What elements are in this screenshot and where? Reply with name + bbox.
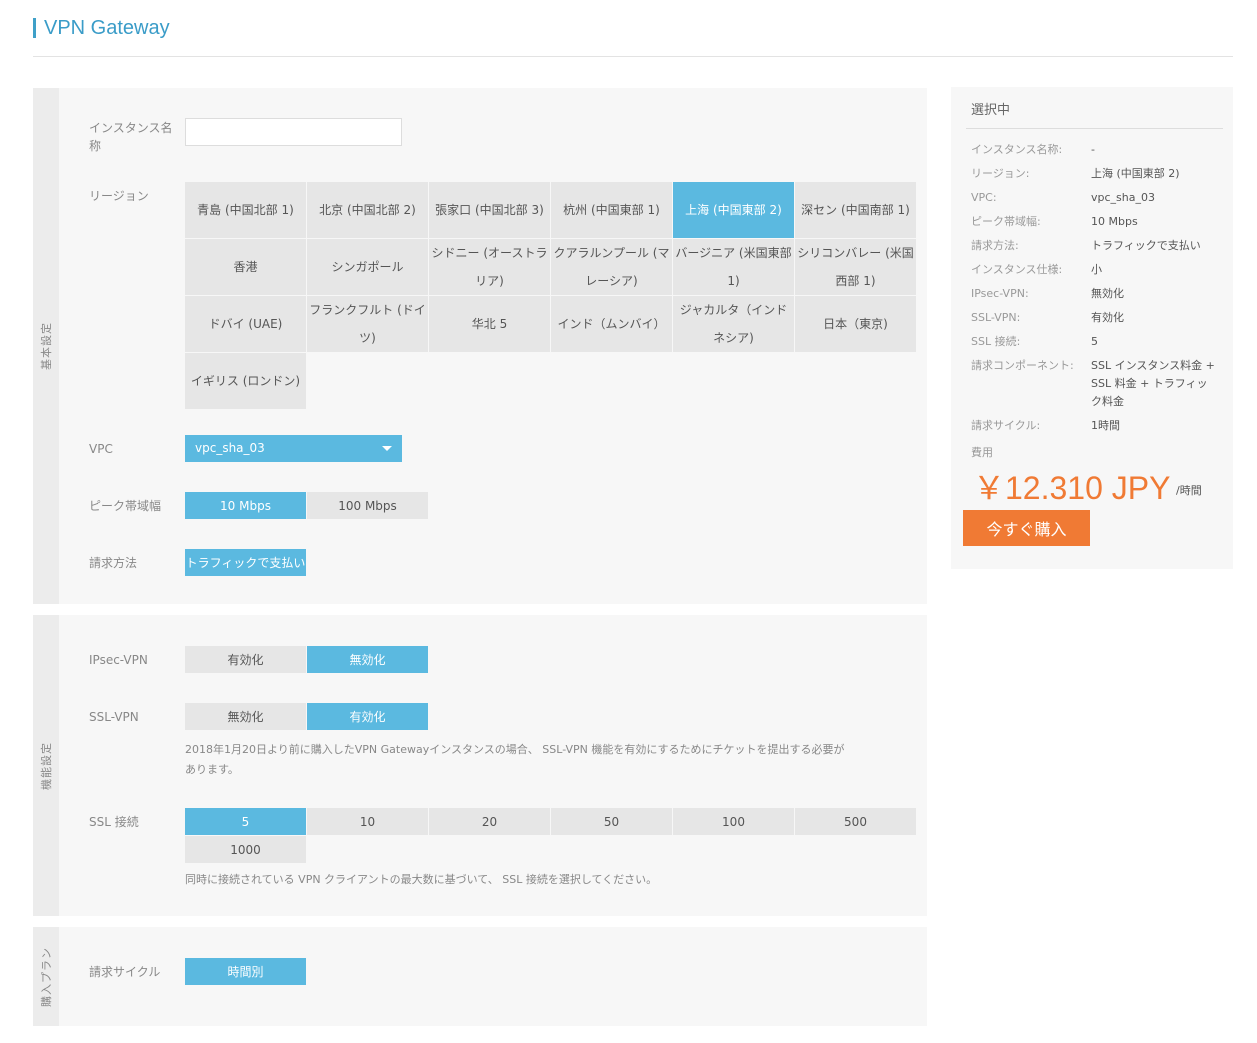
- billing-method-options: トラフィックで支払い: [185, 549, 306, 576]
- summary-key: SSL-VPN:: [971, 311, 1021, 324]
- ssl-vpn-option[interactable]: 無効化: [185, 703, 306, 730]
- bandwidth-option[interactable]: 100 Mbps: [307, 492, 428, 519]
- bandwidth-options: 10 Mbps 100 Mbps: [185, 492, 428, 519]
- page-title: VPN Gateway: [33, 16, 170, 40]
- summary-key: インスタンス仕様:: [971, 263, 1063, 276]
- summary-value: 上海 (中国東部 2): [1091, 167, 1180, 180]
- price-value: ￥12.310 JPY: [973, 470, 1171, 506]
- summary-value: 1時間: [1091, 419, 1120, 432]
- summary-value: トラフィックで支払い: [1091, 239, 1201, 252]
- section-side-tab: 購入プラン: [33, 927, 59, 1026]
- purchase-plan-section: 購入プラン: [33, 927, 927, 1026]
- summary-key: 請求サイクル:: [971, 419, 1041, 432]
- cost-label: 費用: [971, 446, 993, 459]
- region-option[interactable]: ジャカルタ（インドネシア): [673, 296, 794, 352]
- region-option[interactable]: 青島 (中国北部 1): [185, 182, 306, 238]
- section-label: 購入プラン: [40, 946, 53, 1007]
- section-side-tab: 機能設定: [33, 615, 59, 916]
- vpc-label: VPC: [89, 442, 113, 456]
- instance-name-label: インスタンス名称: [89, 121, 173, 153]
- selection-summary-panel: 選択中 インスタンス名称: - リージョン: 上海 (中国東部 2) VPC: vpc…: [951, 87, 1233, 569]
- ssl-connection-option[interactable]: 10: [307, 808, 428, 835]
- summary-divider: [966, 128, 1223, 129]
- section-label: 機能設定: [40, 741, 53, 790]
- region-option[interactable]: バージニア (米国東部 1): [673, 239, 794, 295]
- page-title-text: VPN Gateway: [44, 16, 170, 39]
- region-grid: 青島 (中国北部 1) 北京 (中国北部 2) 張家口 (中国北部 3) 杭州 …: [185, 182, 917, 409]
- summary-value: SSL インスタンス料金 + SSL 料金 + トラフィック料金: [1091, 359, 1215, 408]
- ssl-connection-label: SSL 接続: [89, 815, 139, 829]
- billing-cycle-label: 請求サイクル: [89, 965, 161, 979]
- billing-method-option-selected[interactable]: トラフィックで支払い: [185, 549, 306, 576]
- region-option[interactable]: ドバイ (UAE): [185, 296, 306, 352]
- region-option[interactable]: 香港: [185, 239, 306, 295]
- ipsec-options: 有効化 無効化: [185, 646, 428, 673]
- section-label: 基本設定: [40, 322, 53, 370]
- billing-method-label: 請求方法: [89, 556, 138, 570]
- vpc-select[interactable]: vpc_sha_03: [185, 435, 402, 462]
- summary-key: IPsec-VPN:: [971, 287, 1029, 300]
- ssl-connection-option-selected[interactable]: 5: [185, 808, 306, 835]
- ssl-vpn-label: SSL-VPN: [89, 710, 139, 724]
- ssl-vpn-option-selected[interactable]: 有効化: [307, 703, 428, 730]
- ssl-connection-option[interactable]: 100: [673, 808, 794, 835]
- region-option[interactable]: インド（ムンバイ）: [551, 296, 672, 352]
- region-option[interactable]: 深セン (中国南部 1): [795, 182, 916, 238]
- billing-cycle-options: 時間別: [185, 958, 306, 985]
- summary-value: 有効化: [1091, 311, 1124, 324]
- summary-key: SSL 接続:: [971, 335, 1021, 348]
- summary-value: 5: [1091, 335, 1098, 348]
- buy-now-button[interactable]: 今すぐ購入: [963, 510, 1090, 546]
- region-label: リージョン: [89, 189, 149, 203]
- summary-key: インスタンス名称:: [971, 143, 1063, 156]
- title-accent-bar: [33, 18, 36, 38]
- bandwidth-option-selected[interactable]: 10 Mbps: [185, 492, 306, 519]
- ssl-connection-option[interactable]: 1000: [185, 836, 306, 863]
- ssl-vpn-note: 2018年1月20日より前に購入したVPN Gatewayインスタンスの場合、 …: [185, 740, 920, 780]
- region-option[interactable]: シンガポール: [307, 239, 428, 295]
- title-divider: [33, 56, 1233, 57]
- region-option[interactable]: フランクフルト (ドイツ): [307, 296, 428, 352]
- chevron-down-icon: [382, 446, 392, 451]
- ssl-connection-options: 5 10 20 50 100 500 1000: [185, 808, 917, 863]
- ssl-vpn-note-line: あります。: [185, 763, 239, 776]
- summary-value: 無効化: [1091, 287, 1124, 300]
- billing-cycle-option-selected[interactable]: 時間別: [185, 958, 306, 985]
- region-option-selected[interactable]: 上海 (中国東部 2): [673, 182, 794, 238]
- price-unit: /時間: [1176, 484, 1202, 497]
- summary-key: ピーク帯域幅:: [971, 215, 1041, 228]
- summary-key: 請求方法:: [971, 239, 1019, 252]
- ssl-connection-note: 同時に接続されている VPN クライアントの最大数に基づいて、 SSL 接続を選…: [185, 873, 658, 886]
- ssl-vpn-options: 無効化 有効化: [185, 703, 428, 730]
- bandwidth-label: ピーク帯域幅: [89, 499, 162, 513]
- vpc-select-value: vpc_sha_03: [195, 441, 265, 455]
- ssl-connection-option[interactable]: 50: [551, 808, 672, 835]
- summary-value: 小: [1091, 263, 1102, 276]
- region-option[interactable]: 張家口 (中国北部 3): [429, 182, 550, 238]
- summary-value: vpc_sha_03: [1091, 191, 1155, 204]
- region-option[interactable]: シドニー (オーストラリア): [429, 239, 550, 295]
- region-option[interactable]: 日本（東京): [795, 296, 916, 352]
- ssl-connection-option[interactable]: 500: [795, 808, 916, 835]
- summary-heading: 選択中: [971, 103, 1011, 118]
- section-side-tab: 基本設定: [33, 88, 59, 604]
- instance-name-input[interactable]: [185, 118, 402, 146]
- ssl-connection-option[interactable]: 20: [429, 808, 550, 835]
- ipsec-option-selected[interactable]: 無効化: [307, 646, 428, 673]
- region-option[interactable]: シリコンバレー (米国西部 1): [795, 239, 916, 295]
- ipsec-option[interactable]: 有効化: [185, 646, 306, 673]
- summary-key: VPC:: [971, 191, 997, 204]
- summary-key: 請求コンポーネント:: [971, 359, 1074, 372]
- summary-value: 10 Mbps: [1091, 215, 1138, 228]
- region-option[interactable]: クアラルンプール (マレーシア): [551, 239, 672, 295]
- region-option[interactable]: 北京 (中国北部 2): [307, 182, 428, 238]
- region-option[interactable]: 杭州 (中国東部 1): [551, 182, 672, 238]
- ssl-vpn-note-line: 2018年1月20日より前に購入したVPN Gatewayインスタンスの場合、 …: [185, 743, 845, 756]
- summary-value: -: [1091, 143, 1095, 156]
- ipsec-label: IPsec-VPN: [89, 653, 148, 667]
- summary-key: リージョン:: [971, 167, 1030, 180]
- region-option[interactable]: イギリス (ロンドン): [185, 353, 306, 409]
- region-option[interactable]: 华北 5: [429, 296, 550, 352]
